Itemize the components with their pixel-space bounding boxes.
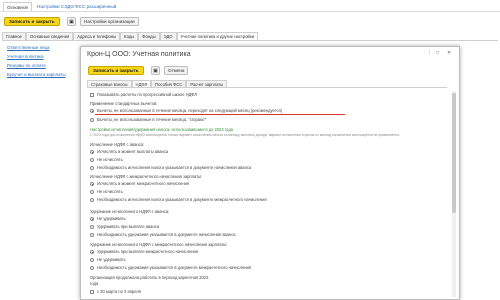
dialog-save-close-button[interactable]: Записать и закрыть <box>88 66 144 75</box>
red-underline <box>95 114 345 115</box>
save-icon[interactable]: ▣ <box>67 17 76 26</box>
radio-icon[interactable] <box>90 216 94 221</box>
withh-advance-2[interactable]: Удерживать при выплате аванса <box>90 224 159 229</box>
withh-advance-label: Удержание исчисленного НДФЛ с аванса: <box>90 209 170 214</box>
radio-icon[interactable] <box>90 197 94 202</box>
calc-interim-label: Исчисление НДФЛ с межрасчетного начислен… <box>90 174 203 179</box>
radio-icon[interactable] <box>90 265 94 270</box>
withh-advance-3[interactable]: Необходимость удержания указывается в до… <box>90 232 236 237</box>
tab-codes[interactable]: Коды <box>120 32 139 40</box>
close-icon[interactable]: ✕ <box>447 50 451 56</box>
tab-ndfl[interactable]: НДФЛ <box>131 80 152 87</box>
scrollbar-thumb[interactable] <box>452 93 456 213</box>
accounting-policy-dialog: Крон-Ц ООО: Учетная политика ⋮ □ ✕ Запис… <box>80 46 460 300</box>
org-tabs: Главное Основные сведения Адреса и телеф… <box>2 32 498 41</box>
tab-addresses[interactable]: Адреса и телефоны <box>73 32 121 40</box>
legacy-heading: Настройки исчисления/удержания налога, и… <box>90 127 234 132</box>
dialog-scrollbar[interactable] <box>452 91 456 297</box>
tab-edo[interactable]: ЭДО <box>159 32 177 40</box>
deduct-option-1[interactable]: Вычеты, не использованные в течение меся… <box>90 108 282 113</box>
calc-interim-2[interactable]: Не исчислять <box>90 189 123 194</box>
top-tab-bar: Основное Настройки СЭДО ФСС расширенный <box>0 0 500 12</box>
tab-salary[interactable]: Расчет зарплаты <box>186 80 228 87</box>
progressive-checkbox-row[interactable]: Показывать расчеты по прогрессивной шкал… <box>90 92 197 97</box>
calc-interim-3[interactable]: Необходимость исчисления налога указывае… <box>90 197 267 202</box>
org-toolbar: Записать и закрыть ▣ Настройки организац… <box>0 14 500 28</box>
maximize-icon[interactable]: □ <box>436 50 439 56</box>
link-reserves[interactable]: Резервы по оплате <box>7 63 46 68</box>
deduct-option-2[interactable]: Вычеты, не использованные в течение меся… <box>90 117 206 122</box>
tab-basic-info[interactable]: Основные сведения <box>26 32 74 40</box>
calc-advance-label: Исчисление НДФЛ с аванса: <box>90 142 145 147</box>
calc-interim-1[interactable]: Исчислять в момент межрасчетного начисле… <box>90 181 189 186</box>
calc-advance-2[interactable]: Не исчислять <box>90 157 123 162</box>
tab-funds[interactable]: Фонды <box>138 32 160 40</box>
save-close-button[interactable]: Записать и закрыть <box>4 17 60 26</box>
dialog-tabs: Страховые взносы НДФЛ Пособия ФСС Расчет… <box>87 80 447 88</box>
more-icon[interactable]: ⋮ <box>427 50 432 56</box>
tab-main[interactable]: Основное <box>3 2 33 11</box>
radio-icon[interactable] <box>90 224 94 229</box>
radio-icon[interactable] <box>90 157 94 162</box>
calc-advance-1[interactable]: Исчислять в момент выплаты аванса <box>90 149 168 154</box>
tab-sedo-settings[interactable]: Настройки СЭДО ФСС расширенный <box>34 2 119 11</box>
withh-interim-3[interactable]: Необходимость удержания указывается в до… <box>90 265 251 270</box>
radio-icon[interactable] <box>90 249 94 254</box>
link-responsible[interactable]: Ответственные лица <box>7 45 50 50</box>
link-payroll[interactable]: Бухучет и выплата зарплаты <box>7 72 66 77</box>
transition-label: Организация продолжала работать в перехо… <box>90 275 209 280</box>
tab-general[interactable]: Главное <box>2 32 26 40</box>
tab-fss[interactable]: Пособия ФСС <box>151 80 187 87</box>
checkbox[interactable] <box>90 92 94 97</box>
withh-advance-1[interactable]: Не удерживать <box>90 216 126 221</box>
legacy-hint: С 2023 года при исчислении НДФЛ использу… <box>90 133 400 137</box>
calc-advance-3[interactable]: Необходимость исчисления налога указывае… <box>90 165 251 170</box>
tab-insurance[interactable]: Страховые взносы <box>87 80 132 87</box>
checkbox[interactable] <box>90 289 94 294</box>
radio-icon[interactable] <box>90 117 94 122</box>
radio-icon[interactable] <box>90 232 94 237</box>
transition-sub: года <box>90 281 99 286</box>
transition-option[interactable]: с 30 марта по 3 апреля <box>90 289 141 294</box>
radio-icon[interactable] <box>90 165 94 170</box>
radio-icon[interactable] <box>90 257 94 262</box>
radio-icon[interactable] <box>90 181 94 186</box>
deductions-label: Применение стандартных вычетов: <box>90 101 158 106</box>
link-policy[interactable]: Учетная политика <box>7 54 44 59</box>
tab-accounting-policy[interactable]: Учетная политика и другие настройки <box>176 32 259 40</box>
withh-interim-label: Удержание исчисленного НДФЛ с межрасчетн… <box>90 242 228 247</box>
org-settings-button[interactable]: Настройки организации <box>80 17 139 26</box>
withh-interim-1[interactable]: Удерживать при выплате межрасчетного нач… <box>90 249 198 254</box>
save-icon[interactable]: ▣ <box>151 66 160 75</box>
radio-icon[interactable] <box>90 149 94 154</box>
radio-icon[interactable] <box>90 189 94 194</box>
dialog-title: Крон-Ц ООО: Учетная политика <box>87 51 191 58</box>
cancel-button[interactable]: Отмена <box>164 66 189 75</box>
radio-icon[interactable] <box>90 108 94 113</box>
withh-interim-2[interactable]: Не удерживать <box>90 257 126 262</box>
